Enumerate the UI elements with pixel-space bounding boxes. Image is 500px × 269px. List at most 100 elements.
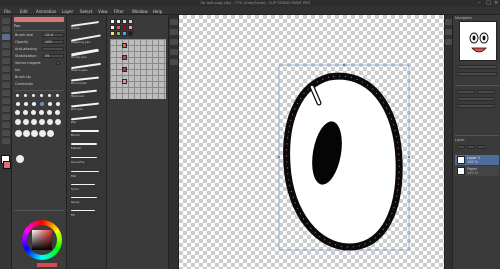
panel-toggle-icon[interactable] (170, 39, 178, 45)
menu-file[interactable]: File (4, 9, 11, 14)
panel-toggle-icon[interactable] (445, 29, 452, 35)
brush-tip-preset[interactable] (47, 110, 52, 115)
maximize-icon[interactable]: □ (486, 0, 491, 6)
brush-name[interactable]: Gouache (71, 160, 84, 164)
palette-swatch[interactable] (122, 19, 127, 24)
brush-tip-preset[interactable] (16, 155, 24, 163)
brush-tip-preset[interactable] (39, 110, 44, 115)
rotate-slider[interactable] (457, 72, 497, 76)
brush-tip-preset[interactable] (15, 119, 21, 125)
brush-name[interactable]: Felt (71, 174, 76, 178)
brush-name[interactable]: Real G-pen (71, 68, 87, 72)
menu-filter[interactable]: Filter (114, 9, 124, 14)
brush-tip-preset[interactable] (47, 130, 54, 137)
palette-swatch[interactable] (128, 25, 133, 30)
anti-aliasing-selector[interactable] (42, 47, 64, 51)
saturation-value-square[interactable] (32, 230, 52, 250)
menu-select[interactable]: Select (80, 9, 92, 14)
brush-tip-preset[interactable] (39, 130, 46, 137)
palette-swatch[interactable] (110, 25, 115, 30)
palette-swatch[interactable] (128, 19, 133, 24)
brush-tip-preset[interactable] (23, 119, 29, 125)
property-field[interactable] (477, 90, 495, 94)
panel-toggle-icon[interactable] (445, 19, 452, 25)
brush-tip-preset[interactable] (31, 119, 37, 125)
layer-tool-icon[interactable] (457, 145, 465, 149)
brush-tip-preset[interactable] (15, 130, 22, 137)
brush-tip-preset[interactable] (32, 94, 35, 97)
brush-name[interactable]: Pen (71, 120, 76, 124)
brush-tip-preset[interactable] (40, 94, 43, 97)
layer-tool-icon[interactable] (477, 145, 485, 149)
pen-icon[interactable] (2, 34, 10, 40)
canvas[interactable] (179, 15, 444, 269)
menu-edit[interactable]: Edit (20, 9, 28, 14)
palette-swatch[interactable] (128, 31, 133, 36)
sub-color-chip[interactable] (3, 161, 11, 169)
brush-name[interactable]: Brush (71, 133, 80, 137)
brush-tip-preset[interactable] (47, 119, 53, 125)
menu-window[interactable]: Window (132, 9, 148, 14)
brush-tip-preset[interactable] (55, 110, 60, 115)
hand-icon[interactable] (2, 74, 10, 80)
brush-tip-preset[interactable] (15, 110, 20, 115)
palette-swatch[interactable] (122, 67, 127, 72)
move-icon[interactable] (2, 18, 10, 24)
zoom-slider[interactable] (457, 65, 497, 69)
layer-tool-icon[interactable] (467, 145, 475, 149)
panel-toggle-icon[interactable] (170, 49, 178, 55)
close-icon[interactable]: × (494, 0, 498, 6)
palette-swatch[interactable] (110, 19, 115, 24)
brush-tip-preset[interactable] (31, 130, 38, 137)
palette-swatch[interactable] (110, 31, 115, 36)
palette-swatch[interactable] (116, 25, 121, 30)
palette-swatch[interactable] (122, 55, 127, 60)
color-grid[interactable] (110, 39, 166, 99)
panel-toggle-icon[interactable] (170, 19, 178, 25)
palette-swatch[interactable] (116, 31, 121, 36)
brush-tip-preset[interactable] (23, 110, 28, 115)
brush-tip-preset[interactable] (24, 102, 28, 106)
brush-tip-preset[interactable] (40, 102, 44, 106)
brush-tip-preset[interactable] (56, 102, 60, 106)
text-icon[interactable] (2, 66, 10, 72)
palette-swatch[interactable] (116, 19, 121, 24)
menu-animation[interactable]: Animation (36, 9, 56, 14)
layer-row[interactable]: Paper 100 % (455, 166, 499, 176)
tool-slot-icon[interactable] (2, 90, 10, 96)
brush-name[interactable]: Mapping pen (71, 40, 90, 44)
navigator-thumbnail[interactable] (459, 21, 497, 61)
panel-toggle-icon[interactable] (170, 29, 178, 35)
palette-swatch[interactable] (122, 79, 127, 84)
brush-name[interactable]: G-pen (71, 26, 80, 30)
tool-slot-icon[interactable] (2, 130, 10, 136)
tool-slot-icon[interactable] (2, 98, 10, 104)
palette-swatch[interactable] (122, 25, 127, 30)
layer-row[interactable]: Layer 1 100 % (455, 155, 499, 165)
tool-slot-icon[interactable] (2, 138, 10, 144)
tool-slot-icon[interactable] (2, 114, 10, 120)
tool-slot-icon[interactable] (2, 82, 10, 88)
palette-swatch[interactable] (122, 31, 127, 36)
brush-tip-preset[interactable] (48, 102, 52, 106)
select-icon[interactable] (2, 26, 10, 32)
brush-tip-preset[interactable] (56, 94, 59, 97)
brush-tip-preset[interactable] (48, 94, 51, 97)
panel-toggle-icon[interactable] (170, 59, 178, 65)
brush-name[interactable]: Round pen (71, 81, 87, 85)
vector-magnet-checkbox[interactable] (56, 61, 60, 65)
brush-name[interactable]: Turnip pen (71, 55, 87, 59)
brush-name[interactable]: Sumi (71, 187, 79, 191)
brush-name[interactable]: Spray (71, 200, 80, 204)
menu-help[interactable]: Help (153, 9, 162, 14)
panel-toggle-icon[interactable] (445, 39, 452, 45)
tool-slot-icon[interactable] (2, 106, 10, 112)
brush-tip-preset[interactable] (31, 110, 36, 115)
brush-name[interactable]: Marker (71, 146, 81, 150)
property-field[interactable] (457, 90, 475, 94)
eraser-icon[interactable] (2, 42, 10, 48)
eyedropper-icon[interactable] (2, 58, 10, 64)
property-field[interactable] (457, 97, 495, 101)
property-field[interactable] (457, 104, 495, 108)
brush-tip-preset[interactable] (23, 130, 30, 137)
